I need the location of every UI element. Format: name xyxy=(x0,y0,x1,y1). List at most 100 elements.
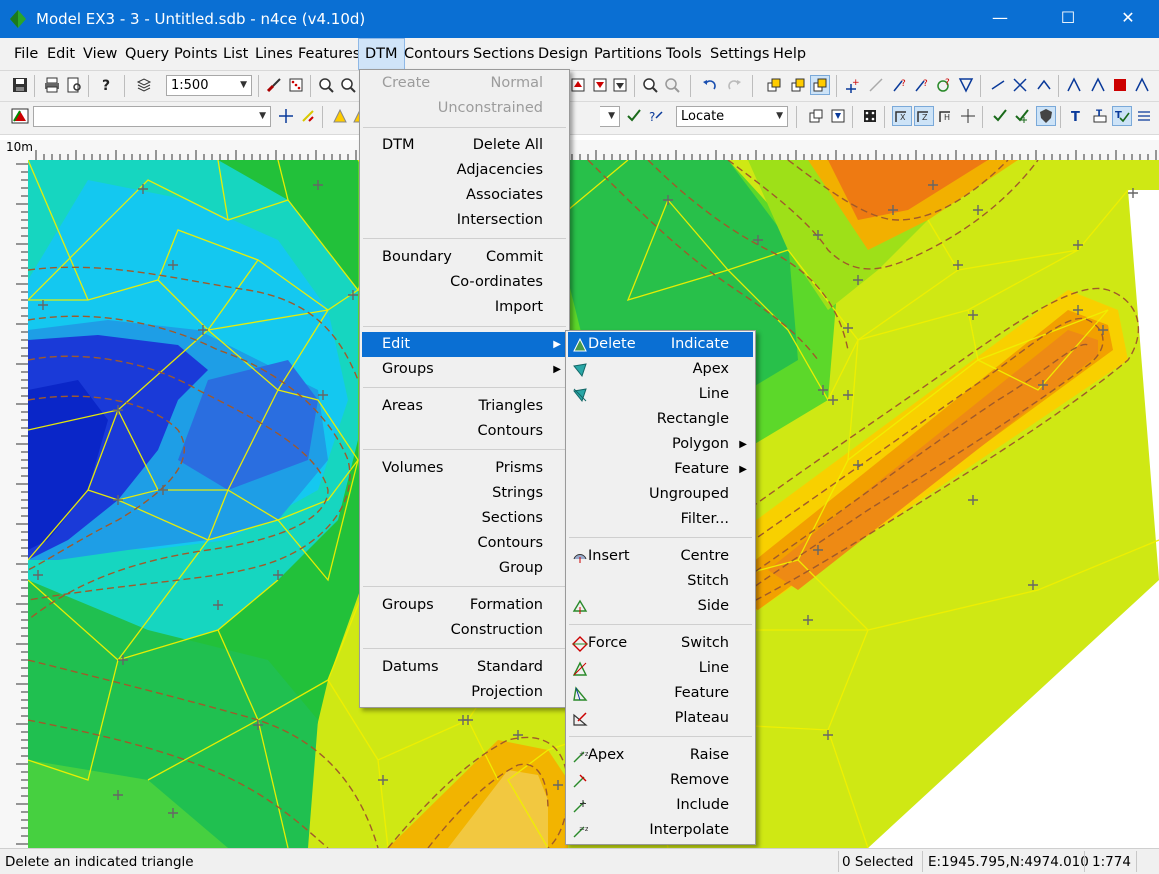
copy-window-icon[interactable] xyxy=(806,106,826,126)
dice-grid-icon[interactable] xyxy=(860,106,880,126)
marker-up-icon[interactable] xyxy=(590,75,610,95)
text-edit-icon[interactable] xyxy=(1088,75,1108,95)
check-icon[interactable] xyxy=(990,106,1010,126)
menu-design[interactable]: Design xyxy=(532,38,594,70)
dtm-intersection[interactable]: Intersection xyxy=(362,208,567,233)
query-line-icon[interactable]: ? xyxy=(890,75,910,95)
redo-icon[interactable] xyxy=(724,75,744,95)
elevation-h-icon[interactable]: H xyxy=(936,106,956,126)
volumes-strings[interactable]: Strings xyxy=(362,481,567,506)
menu-item-groups[interactable]: Groups ▶ xyxy=(362,357,567,382)
volumes-contours[interactable]: Contours xyxy=(362,531,567,556)
apex-raise[interactable]: +z Apex Raise xyxy=(568,743,753,768)
volumes-prisms[interactable]: Volumes Prisms xyxy=(362,456,567,481)
crosshair-icon[interactable] xyxy=(958,106,978,126)
menu-help[interactable]: Help xyxy=(767,38,812,70)
menu-file[interactable]: File xyxy=(8,38,44,70)
menu-features[interactable]: Features xyxy=(292,38,366,70)
apex-remove[interactable]: Remove xyxy=(568,768,753,793)
delete-feature[interactable]: Feature ▶ xyxy=(568,457,753,482)
query-feature-icon[interactable]: ? xyxy=(912,75,932,95)
volumes-group[interactable]: Group xyxy=(362,556,567,581)
zoom-in-icon[interactable] xyxy=(316,75,336,95)
insert-centre[interactable]: Insert Centre xyxy=(568,544,753,569)
marker-down-icon[interactable] xyxy=(610,75,630,95)
query-shape-icon[interactable] xyxy=(956,75,976,95)
text-check-icon[interactable]: T xyxy=(1112,106,1132,126)
insert-stitch[interactable]: Stitch xyxy=(568,569,753,594)
dtm-associates[interactable]: Associates xyxy=(362,183,567,208)
force-line[interactable]: Line xyxy=(568,656,753,681)
angle-line-icon[interactable] xyxy=(1034,75,1054,95)
query-area-icon[interactable]: ? xyxy=(934,75,954,95)
text-color-icon[interactable] xyxy=(1110,75,1130,95)
elevation-z-icon[interactable]: Z xyxy=(914,106,934,126)
zoom-out-icon[interactable] xyxy=(338,75,358,95)
filter-window-icon[interactable] xyxy=(828,106,848,126)
delete-polygon[interactable]: Polygon ▶ xyxy=(568,432,753,457)
query-check-icon[interactable]: ? xyxy=(646,106,666,126)
check-feature-icon[interactable] xyxy=(624,106,644,126)
menu-query[interactable]: Query xyxy=(119,38,175,70)
triangle-point-icon[interactable] xyxy=(330,106,350,126)
marker-icon[interactable] xyxy=(568,75,588,95)
delete-rectangle[interactable]: Rectangle xyxy=(568,407,753,432)
feature-combo[interactable]: ▼ xyxy=(33,106,271,127)
menu-tools[interactable]: Tools xyxy=(660,38,708,70)
menu-points[interactable]: Points xyxy=(168,38,224,70)
check-plus-icon[interactable] xyxy=(1012,106,1032,126)
menu-settings[interactable]: Settings xyxy=(704,38,775,70)
areas-triangles[interactable]: Areas Triangles xyxy=(362,394,567,419)
areas-contours[interactable]: Contours xyxy=(362,419,567,444)
layers-icon[interactable] xyxy=(134,75,154,95)
menu-contours[interactable]: Contours xyxy=(398,38,475,70)
query-disabled-icon[interactable] xyxy=(662,75,682,95)
force-feature[interactable]: Feature xyxy=(568,681,753,706)
print-preview-icon[interactable] xyxy=(64,75,84,95)
locate-combo[interactable]: Locate ▼ xyxy=(676,106,788,127)
delete-ungrouped[interactable]: Ungrouped xyxy=(568,482,753,507)
text-t-icon[interactable]: T xyxy=(1066,106,1086,126)
menu-partitions[interactable]: Partitions xyxy=(588,38,668,70)
insert-side[interactable]: Side xyxy=(568,594,753,619)
datums-standard[interactable]: Datums Standard xyxy=(362,655,567,680)
menu-view[interactable]: View xyxy=(77,38,123,70)
minimize-button[interactable]: — xyxy=(977,0,1023,38)
save-icon[interactable] xyxy=(10,75,30,95)
force-plateau[interactable]: Plateau xyxy=(568,706,753,731)
boundary-import[interactable]: Import xyxy=(362,295,567,320)
dtm-adjacencies[interactable]: Adjacencies xyxy=(362,158,567,183)
measure-icon[interactable] xyxy=(988,75,1008,95)
scale-combo[interactable]: 1:500 ▼ xyxy=(166,75,252,96)
dice-icon[interactable] xyxy=(286,75,306,95)
undo-icon[interactable] xyxy=(700,75,720,95)
text-box-icon[interactable]: T xyxy=(1090,106,1110,126)
menu-sections[interactable]: Sections xyxy=(467,38,540,70)
cross-line-icon[interactable] xyxy=(1010,75,1030,95)
help-icon[interactable]: ? xyxy=(96,75,116,95)
menu-edit[interactable]: Edit xyxy=(41,38,81,70)
volumes-sections[interactable]: Sections xyxy=(362,506,567,531)
text-lines-icon[interactable] xyxy=(1134,106,1154,126)
boundary-coordinates[interactable]: Co-ordinates xyxy=(362,270,567,295)
snap-feature-icon[interactable] xyxy=(298,106,318,126)
feature-toggle-icon[interactable] xyxy=(810,75,830,95)
elevation-x-icon[interactable]: X xyxy=(892,106,912,126)
groups-formation[interactable]: Groups Formation xyxy=(362,593,567,618)
combo-fragment[interactable]: ▼ xyxy=(600,106,620,127)
apex-interpolate[interactable]: =z Interpolate xyxy=(568,818,753,843)
delete-indicate[interactable]: Delete Indicate xyxy=(568,332,753,357)
feature-palette-icon[interactable] xyxy=(10,106,30,126)
print-icon[interactable] xyxy=(42,75,62,95)
menu-item-edit[interactable]: Edit ▶ xyxy=(362,332,567,357)
brush-icon[interactable] xyxy=(264,75,284,95)
line-tool-icon[interactable] xyxy=(866,75,886,95)
query-icon[interactable] xyxy=(640,75,660,95)
groups-construction[interactable]: Construction xyxy=(362,618,567,643)
feature-copy-icon[interactable] xyxy=(788,75,808,95)
feature-link-icon[interactable] xyxy=(764,75,784,95)
snap-icon[interactable] xyxy=(276,106,296,126)
text-style-icon[interactable] xyxy=(1132,75,1152,95)
text-tool-icon[interactable] xyxy=(1064,75,1084,95)
delete-line[interactable]: Line xyxy=(568,382,753,407)
